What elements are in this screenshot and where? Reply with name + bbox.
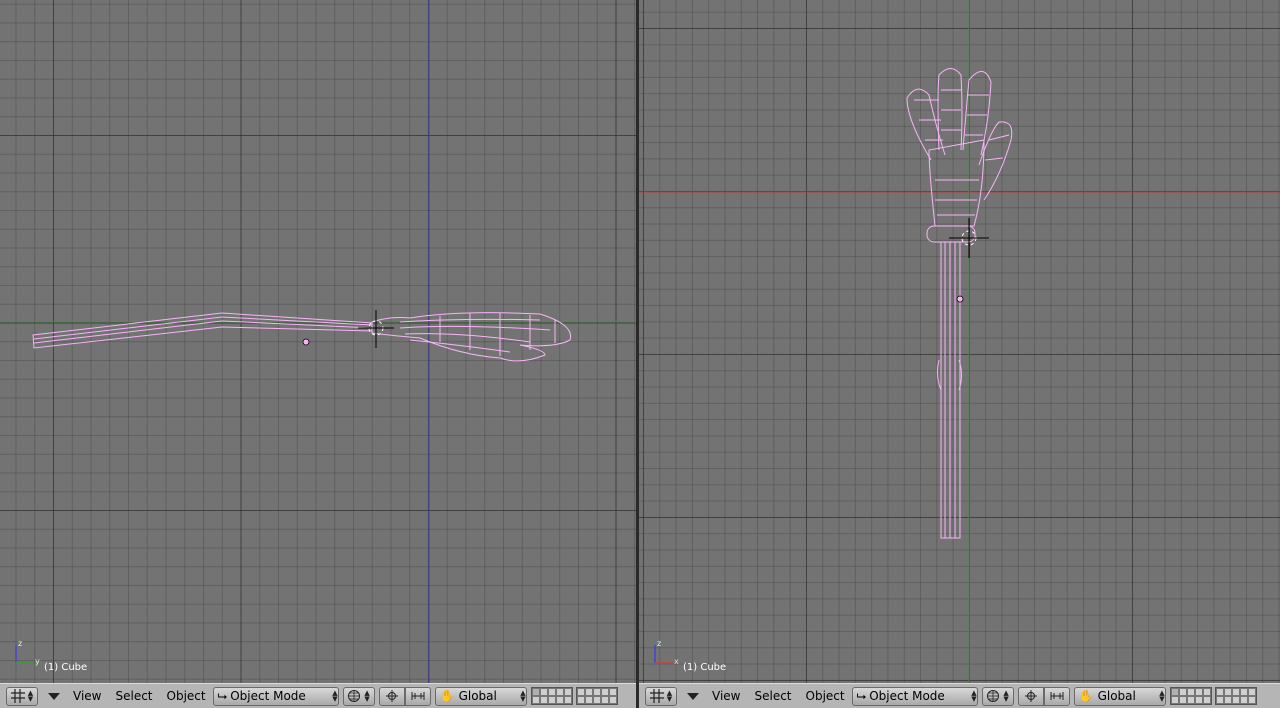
view-menu[interactable]: View <box>66 687 108 706</box>
layer-buttons-2[interactable] <box>1214 687 1257 705</box>
pivot-icon <box>1024 690 1037 702</box>
manipulator-icon <box>1050 692 1064 700</box>
updown-icon: ▲ ▼ <box>971 689 977 703</box>
mode-icon: ⮡ <box>217 688 228 703</box>
view-menu[interactable]: View <box>705 687 747 706</box>
select-menu[interactable]: Select <box>747 687 798 706</box>
updown-icon: ▲ ▼ <box>520 689 526 703</box>
manipulator-icon <box>411 692 425 700</box>
object-menu[interactable]: Object <box>160 687 213 706</box>
object-label: (1) Cube <box>44 662 88 673</box>
front-view-scene <box>639 0 1280 683</box>
mode-value: Object Mode <box>869 689 945 703</box>
pivot-icon <box>385 690 398 702</box>
orientation-value: Global <box>458 689 497 703</box>
object-menu[interactable]: Object <box>799 687 852 706</box>
object-origin <box>302 338 310 346</box>
hand-icon: ✋ <box>439 689 455 703</box>
updown-icon: ▲ ▼ <box>27 689 34 703</box>
editor-type-button[interactable]: ▲ ▼ <box>645 686 677 706</box>
draw-type-icon <box>348 690 361 702</box>
layer-buttons-1[interactable] <box>530 687 573 705</box>
viewport-side[interactable]: z y (1) Cube <box>0 0 636 683</box>
orientation-select[interactable]: ✋ Global ▲ ▼ <box>1073 686 1166 706</box>
updown-icon: ▲ ▼ <box>1159 689 1165 703</box>
orientation-value: Global <box>1097 689 1136 703</box>
viewport-front[interactable]: z x (1) Cube <box>639 0 1280 683</box>
draw-type-button[interactable]: ▲ ▼ <box>981 686 1014 706</box>
updown-icon: ▲ ▼ <box>332 689 338 703</box>
view-grid-icon <box>649 689 664 703</box>
3d-cursor <box>358 310 394 348</box>
manipulator-button[interactable] <box>1043 686 1070 706</box>
mode-select[interactable]: ⮡ Object Mode ▲ ▼ <box>212 686 339 706</box>
mode-value: Object Mode <box>230 689 306 703</box>
object-label: (1) Cube <box>683 662 727 673</box>
updown-icon: ▲ ▼ <box>666 689 673 703</box>
side-view-scene <box>0 0 636 683</box>
layer-buttons-2[interactable] <box>575 687 618 705</box>
editor-type-button[interactable]: ▲ ▼ <box>6 686 38 706</box>
hand-mesh-side <box>32 312 572 362</box>
draw-type-icon <box>987 690 1000 702</box>
view3d-header-right: ▲ ▼ View Select Object ⮡ Object Mode ▲ ▼ ▲… <box>639 683 1280 708</box>
axis-gizmo-right: z x <box>654 639 679 666</box>
mode-icon: ⮡ <box>856 688 867 703</box>
layer-buttons-1[interactable] <box>1169 687 1212 705</box>
manipulator-button[interactable] <box>404 686 431 706</box>
svg-text:y: y <box>35 657 40 666</box>
pivot-button[interactable] <box>378 686 405 706</box>
svg-text:z: z <box>657 639 661 648</box>
view-grid-icon <box>10 689 25 703</box>
updown-icon: ▲ ▼ <box>1003 689 1009 703</box>
svg-text:x: x <box>674 657 679 666</box>
axis-gizmo-left: z y <box>15 639 40 666</box>
menu-arrow-icon[interactable] <box>687 692 699 700</box>
pivot-button[interactable] <box>1017 686 1044 706</box>
select-menu[interactable]: Select <box>108 687 159 706</box>
svg-text:z: z <box>18 639 22 648</box>
orientation-select[interactable]: ✋ Global ▲ ▼ <box>434 686 527 706</box>
menu-arrow-icon[interactable] <box>48 692 60 700</box>
updown-icon: ▲ ▼ <box>364 689 370 703</box>
hand-icon: ✋ <box>1078 689 1094 703</box>
hand-mesh-front <box>906 68 1013 539</box>
draw-type-button[interactable]: ▲ ▼ <box>342 686 375 706</box>
mode-select[interactable]: ⮡ Object Mode ▲ ▼ <box>851 686 978 706</box>
view3d-header-left: ▲ ▼ View Select Object ⮡ Object Mode ▲ ▼ ▲… <box>0 683 636 708</box>
object-origin <box>956 295 964 303</box>
